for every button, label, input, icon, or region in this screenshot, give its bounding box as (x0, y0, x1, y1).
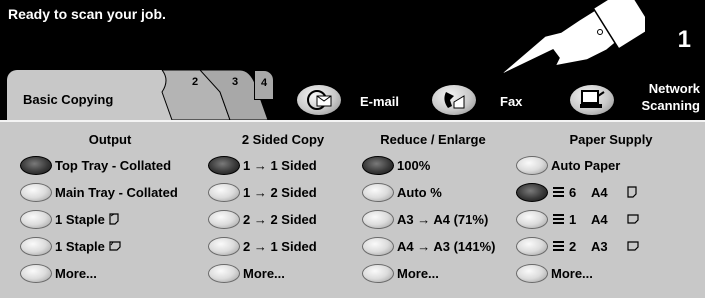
radio-icon (362, 209, 394, 229)
paper-size: A4 (591, 184, 608, 200)
radio-selected-icon (208, 155, 240, 175)
staple-landscape-icon (109, 241, 121, 251)
two-sided-option-1-2[interactable]: 1 → 2 Sided (208, 181, 317, 203)
fax-service-label[interactable]: Fax (500, 94, 522, 109)
two-sided-option-label: 1 → 1 Sided (243, 157, 317, 173)
radio-icon (20, 209, 52, 229)
reduce-option-label: A3 → A4 (71%) (397, 211, 489, 227)
reduce-option-100[interactable]: 100% (362, 154, 430, 176)
radio-icon (516, 209, 548, 229)
output-option-main-tray[interactable]: Main Tray - Collated (20, 181, 178, 203)
network-scanning-label-line1: Network (648, 81, 700, 96)
reduce-option-a4-a3[interactable]: A4 → A3 (141%) (362, 235, 496, 257)
output-more-label: More... (55, 265, 97, 281)
output-heading: Output (88, 132, 132, 147)
two-sided-option-label: 2 → 1 Sided (243, 238, 317, 254)
paper-size: A3 (591, 238, 608, 254)
tab-basic-copying-label: Basic Copying (23, 92, 114, 107)
paper-tray-icon (553, 187, 564, 197)
reduce-option-label: A4 → A3 (141%) (397, 238, 496, 254)
radio-icon (362, 236, 394, 256)
tab-4[interactable]: 4 (254, 70, 274, 100)
reduce-more-label: More... (397, 265, 439, 281)
radio-icon (516, 263, 548, 283)
radio-icon (20, 182, 52, 202)
radio-icon (208, 209, 240, 229)
paper-option-tray-6[interactable]: 6 A4 (516, 181, 637, 203)
tab-3-number: 3 (232, 76, 239, 88)
network-scanning-label-line2: Scanning (641, 98, 700, 113)
paper-more-button[interactable]: More... (516, 262, 593, 284)
tray-number: 1 (569, 211, 577, 227)
paper-option-tray-1[interactable]: 1 A4 (516, 208, 639, 230)
radio-icon (516, 155, 548, 175)
pointing-hand-icon (502, 0, 645, 76)
fax-phone-icon[interactable] (432, 85, 476, 115)
reduce-option-label: 100% (397, 157, 431, 173)
email-globe-icon[interactable] (297, 85, 341, 115)
radio-icon (208, 182, 240, 202)
paper-supply-heading: Paper Supply (569, 132, 653, 147)
landscape-orientation-icon (627, 241, 639, 251)
tray-number: 6 (569, 184, 577, 200)
portrait-orientation-icon (627, 186, 637, 198)
reduce-more-button[interactable]: More... (362, 262, 439, 284)
radio-icon (208, 263, 240, 283)
status-bar: Ready to scan your job. 1 1 Basic Copyin… (0, 0, 705, 120)
paper-option-auto[interactable]: Auto Paper (516, 154, 620, 176)
radio-selected-icon (20, 155, 52, 175)
tray-number: 2 (569, 238, 577, 254)
radio-icon (362, 182, 394, 202)
network-computer-icon[interactable] (570, 85, 614, 115)
output-option-label: 1 Staple (55, 238, 105, 254)
paper-option-tray-2[interactable]: 2 A3 (516, 235, 639, 257)
staple-portrait-icon (109, 213, 119, 225)
two-sided-option-2-2[interactable]: 2 → 2 Sided (208, 208, 317, 230)
output-option-label: Main Tray - Collated (55, 184, 178, 200)
two-sided-heading: 2 Sided Copy (241, 132, 325, 147)
paper-size: A4 (591, 211, 608, 227)
output-more-button[interactable]: More... (20, 262, 97, 284)
reduce-option-label: Auto % (397, 184, 442, 200)
two-sided-option-1-1[interactable]: 1 → 1 Sided (208, 154, 317, 176)
two-sided-more-label: More... (243, 265, 285, 281)
reduce-option-a3-a4[interactable]: A3 → A4 (71%) (362, 208, 488, 230)
screen-number: 1 (677, 26, 691, 53)
paper-more-label: More... (551, 265, 593, 281)
two-sided-option-label: 1 → 2 Sided (243, 184, 317, 200)
tab-2-number: 2 (192, 76, 199, 88)
radio-icon (362, 263, 394, 283)
two-sided-more-button[interactable]: More... (208, 262, 285, 284)
reduce-enlarge-heading: Reduce / Enlarge (380, 132, 486, 147)
radio-selected-icon (362, 155, 394, 175)
radio-icon (208, 236, 240, 256)
output-option-label: Top Tray - Collated (55, 157, 172, 173)
landscape-orientation-icon (627, 214, 639, 224)
tab-4-number: 4 (261, 77, 268, 89)
output-option-staple-landscape[interactable]: 1 Staple (20, 235, 121, 257)
network-scanning-label[interactable]: Network Scanning (640, 80, 700, 114)
radio-icon (20, 263, 52, 283)
email-service-label[interactable]: E-mail (360, 94, 399, 109)
radio-icon (516, 236, 548, 256)
paper-tray-icon (553, 241, 564, 251)
paper-tray-icon (553, 214, 564, 224)
two-sided-option-2-1[interactable]: 2 → 1 Sided (208, 235, 317, 257)
basic-copying-panel: Output Top Tray - Collated Main Tray - C… (0, 120, 705, 298)
output-option-top-tray[interactable]: Top Tray - Collated (20, 154, 171, 176)
two-sided-option-label: 2 → 2 Sided (243, 211, 317, 227)
status-message: Ready to scan your job. (8, 6, 166, 22)
radio-selected-icon (516, 182, 548, 202)
reduce-option-auto[interactable]: Auto % (362, 181, 442, 203)
output-option-label: 1 Staple (55, 211, 105, 227)
paper-option-label: Auto Paper (551, 157, 621, 173)
radio-icon (20, 236, 52, 256)
output-option-staple-portrait[interactable]: 1 Staple (20, 208, 119, 230)
